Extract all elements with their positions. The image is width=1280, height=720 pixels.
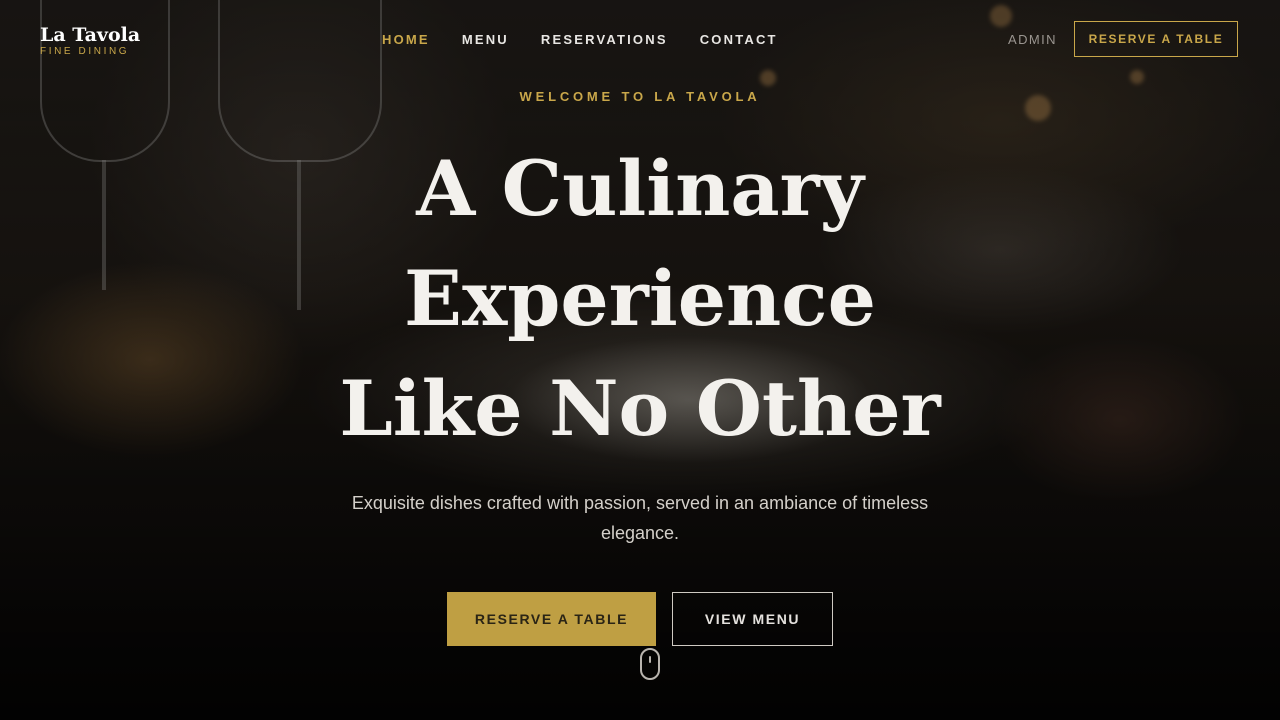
admin-link[interactable]: ADMIN: [1008, 32, 1057, 47]
site-header: La Tavola FINE DINING HOME MENU RESERVAT…: [0, 0, 1280, 80]
main-nav: HOME MENU RESERVATIONS CONTACT: [382, 32, 778, 47]
nav-home[interactable]: HOME: [382, 32, 430, 47]
hero-title-line-3: Like No Other: [339, 364, 941, 453]
brand-tagline: FINE DINING: [40, 46, 130, 57]
view-menu-button[interactable]: VIEW MENU: [672, 592, 833, 646]
hero-eyebrow: WELCOME TO LA TAVOLA: [519, 89, 761, 104]
hero-title-line-2: Experience: [404, 254, 876, 343]
mouse-scroll-icon[interactable]: [640, 648, 660, 680]
hero-title: A Culinary Experience Like No Other: [0, 134, 1280, 464]
reserve-table-button[interactable]: RESERVE A TABLE: [447, 592, 656, 646]
nav-contact[interactable]: CONTACT: [700, 32, 778, 47]
hero-subtitle: Exquisite dishes crafted with passion, s…: [351, 493, 929, 543]
header-reserve-button[interactable]: RESERVE A TABLE: [1074, 21, 1238, 57]
scroll-wheel-dot: [649, 656, 651, 663]
brand-logo[interactable]: La Tavola FINE DINING: [40, 24, 140, 58]
brand-name: La Tavola: [40, 24, 141, 46]
hero-title-line-1: A Culinary: [416, 144, 864, 233]
hero-cta-group: RESERVE A TABLE VIEW MENU: [447, 592, 833, 646]
nav-menu[interactable]: MENU: [462, 32, 509, 47]
nav-reservations[interactable]: RESERVATIONS: [541, 32, 668, 47]
